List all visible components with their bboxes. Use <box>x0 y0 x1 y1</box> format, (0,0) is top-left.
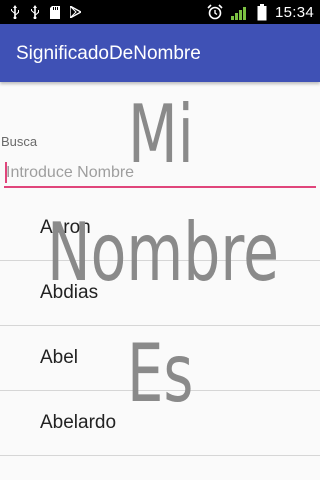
app-bar: SignificadoDeNombre <box>0 24 320 82</box>
list-item-label: Abelardo <box>40 412 117 433</box>
list-item-label: Aaron <box>40 217 91 238</box>
status-time: 15:34 <box>274 3 314 21</box>
list-item-label: Abdias <box>40 282 99 303</box>
status-bar: 15:34 <box>0 0 320 24</box>
signal-icon <box>230 4 249 20</box>
status-bar-notifications <box>10 3 81 21</box>
list-item[interactable]: Abdias <box>0 261 320 326</box>
usb-icon <box>10 5 20 19</box>
sd-card-icon <box>50 5 60 19</box>
play-store-icon <box>70 6 81 18</box>
list-item[interactable]: Aaron <box>0 196 320 261</box>
list-item[interactable]: Abelardo <box>0 391 320 456</box>
alarm-icon <box>207 4 223 20</box>
search-label: Busca <box>1 134 38 149</box>
app-title: SignificadoDeNombre <box>16 43 201 64</box>
list-item-label: Abel <box>40 347 79 368</box>
search-input[interactable] <box>4 158 316 188</box>
search-underline <box>4 186 316 188</box>
text-cursor <box>5 162 7 183</box>
list-item[interactable]: Abel <box>0 326 320 391</box>
battery-icon <box>257 3 267 21</box>
search-field[interactable] <box>4 158 316 188</box>
usb-icon <box>30 5 40 19</box>
name-list[interactable]: Aaron Abdias Abel Abelardo <box>0 196 320 456</box>
status-bar-system: 15:34 <box>207 2 314 22</box>
